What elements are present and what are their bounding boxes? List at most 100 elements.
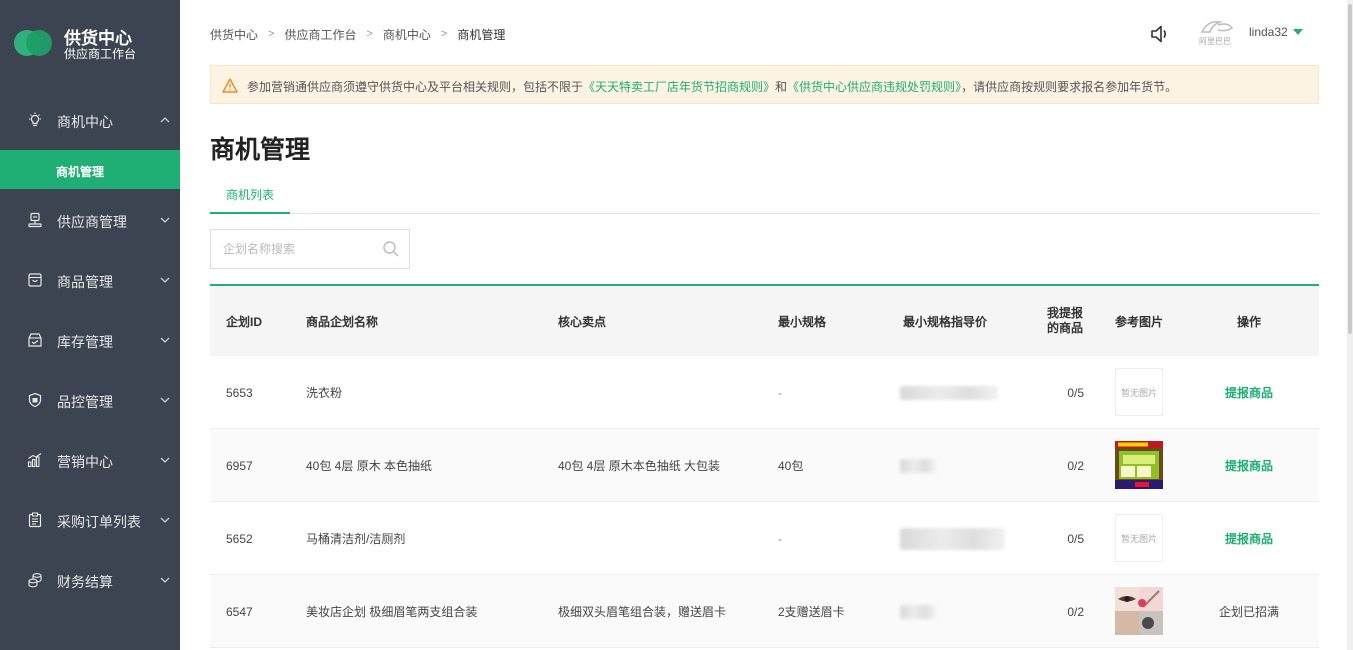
submit-product-link[interactable]: 提报商品: [1210, 502, 1288, 575]
chevron-down-icon: [160, 457, 170, 463]
search-icon[interactable]: [382, 240, 400, 258]
brand-subtitle: 供应商工作台: [64, 47, 137, 61]
cell-selling-point: 40包 4层 原木本色抽纸 大包装: [558, 459, 721, 473]
table-header: 企划ID 商品企划名称 核心卖点 最小规格 最小规格指导价 我提报 的商品 参考…: [210, 284, 1319, 356]
chevron-down-icon: [160, 277, 170, 283]
eyebrow-pencil-product-image[interactable]: [1115, 587, 1163, 635]
caret-down-icon: [1292, 29, 1303, 35]
cell-guide-price-blurred: [900, 575, 936, 648]
cell-reference-image: [1115, 587, 1163, 635]
tab-opportunity-list[interactable]: 商机列表: [210, 184, 290, 214]
cell-plan-id: 5653: [226, 385, 253, 400]
alibaba-logo-icon: [1200, 20, 1234, 33]
column-header-plan-id: 企划ID: [226, 314, 263, 329]
product-box-icon: [28, 273, 42, 287]
cell-reference-image: [1115, 441, 1163, 489]
notice-middle: 和: [775, 80, 788, 94]
column-header-guide-price: 最小规格指导价: [903, 314, 988, 329]
plan-full-status: 企划已招满: [1218, 605, 1279, 619]
alibaba-logo: 阿里巴巴: [1198, 16, 1236, 46]
cell-min-spec: -: [778, 385, 782, 400]
chevron-down-icon: [160, 397, 170, 403]
sidebar-item-marketing-center[interactable]: 营销中心: [0, 440, 180, 480]
column-header-my-submissions: 我提报 的商品: [1047, 286, 1083, 356]
table-row: 5653 洗衣粉 - 0/5 暂无图片 提报商品: [210, 356, 1319, 429]
breadcrumb-item[interactable]: 商机中心: [383, 26, 431, 43]
breadcrumb-current: 商机管理: [457, 27, 506, 42]
cell-plan-name: 洗衣粉: [306, 386, 343, 400]
page-title: 商机管理: [210, 136, 311, 164]
alibaba-logo-text: 阿里巴巴: [1199, 37, 1231, 46]
rule-link-violation-penalty[interactable]: 《供货中心供应商违规处罚规则》: [787, 80, 961, 94]
sidebar-item-supplier-management[interactable]: 供应商管理: [0, 200, 180, 240]
cell-plan-name: 40包 4层 原木 本色抽纸: [306, 459, 433, 473]
sidebar-item-label: 财务结算: [57, 574, 113, 590]
sidebar-item-inventory-management[interactable]: 库存管理: [0, 320, 180, 360]
cell-submitted-count: 0/5: [1067, 531, 1084, 546]
speaker-icon[interactable]: [1149, 23, 1171, 45]
sidebar-item-label: 商机中心: [57, 114, 113, 130]
opportunity-table: 企划ID 商品企划名称 核心卖点 最小规格 最小规格指导价 我提报 的商品 参考…: [210, 284, 1319, 648]
table-row: 6547 美妆店企划 极细眉笔两支组合装 极细双头眉笔组合装，赠送眉卡 2支赠送…: [210, 575, 1319, 648]
sidebar-subitem-label: 商机管理: [56, 165, 105, 179]
supplier-icon: [28, 212, 42, 228]
cell-reference-image: 暂无图片: [1115, 514, 1163, 562]
sidebar-item-product-management[interactable]: 商品管理: [0, 260, 180, 300]
chevron-down-icon: [160, 517, 170, 523]
sidebar-item-opportunity-center[interactable]: 商机中心: [0, 100, 180, 140]
column-header-min-spec: 最小规格: [778, 314, 827, 329]
scrollbar[interactable]: [1347, 0, 1353, 650]
tissue-product-image[interactable]: [1115, 441, 1163, 489]
chevron-down-icon: [160, 217, 170, 223]
breadcrumb-item[interactable]: 供货中心: [210, 26, 258, 43]
lightbulb-icon: [29, 112, 41, 127]
sidebar-item-label: 库存管理: [57, 334, 113, 350]
sidebar: 供货中心 供应商工作台 商机中心 商机管理 供应商管理 商品管理 库存管理 品控…: [0, 0, 180, 650]
sidebar-subitem-opportunity-management[interactable]: 商机管理: [0, 150, 180, 189]
column-header-reference-image: 参考图片: [1115, 314, 1164, 329]
sidebar-item-quality-control[interactable]: 品控管理: [0, 380, 180, 420]
shield-icon: [28, 392, 42, 408]
column-header-actions: 操作: [1237, 314, 1262, 329]
submit-product-link[interactable]: 提报商品: [1210, 356, 1288, 429]
table-row: 6957 40包 4层 原木 本色抽纸 40包 4层 原木本色抽纸 大包装 40…: [210, 429, 1319, 502]
search-input[interactable]: [211, 230, 371, 268]
cell-min-spec: -: [778, 531, 782, 546]
coins-icon: [28, 573, 42, 588]
notice-prefix: 参加营销通供应商须遵守供货中心及平台相关规则，包括不限于: [247, 80, 584, 94]
cell-plan-id: 5652: [226, 531, 253, 546]
user-menu[interactable]: linda32: [1249, 25, 1303, 39]
cell-submitted-count: 0/2: [1067, 458, 1084, 473]
warning-icon: [222, 78, 238, 93]
sidebar-item-label: 品控管理: [57, 394, 113, 410]
notice-suffix: ，请供应商按规则要求报名参加年货节。: [961, 80, 1178, 94]
sidebar-item-purchase-orders[interactable]: 采购订单列表: [0, 500, 180, 540]
sidebar-item-finance-settlement[interactable]: 财务结算: [0, 560, 180, 600]
chevron-down-icon: [160, 577, 170, 583]
breadcrumb-separator-icon: >: [366, 28, 373, 40]
cell-selling-point: 极细双头眉笔组合装，赠送眉卡: [558, 605, 727, 619]
cell-reference-image: 暂无图片: [1115, 368, 1163, 416]
inventory-icon: [28, 333, 42, 347]
breadcrumb: 供货中心 > 供应商工作台 > 商机中心 > 商机管理: [210, 26, 505, 42]
chevron-down-icon: [160, 337, 170, 343]
bar-chart-icon: [27, 453, 42, 468]
scrollbar-thumb[interactable]: [1348, 4, 1352, 334]
breadcrumb-separator-icon: >: [268, 28, 275, 40]
cell-plan-id: 6957: [226, 458, 253, 473]
cell-min-spec: 40包: [778, 459, 804, 473]
sidebar-item-label: 供应商管理: [57, 214, 127, 230]
column-header-plan-name: 商品企划名称: [306, 314, 379, 329]
cell-plan-name: 马桶清洁剂/洁厕剂: [306, 532, 406, 546]
column-header-line: 我提报: [1047, 306, 1084, 320]
submit-product-link[interactable]: 提报商品: [1210, 429, 1288, 502]
cell-plan-name: 美妆店企划 极细眉笔两支组合装: [306, 605, 478, 619]
brand[interactable]: 供货中心 供应商工作台: [0, 0, 180, 82]
username: linda32: [1249, 25, 1288, 39]
cell-submitted-count: 0/2: [1067, 604, 1084, 619]
breadcrumb-item[interactable]: 供应商工作台: [284, 26, 356, 43]
rule-link-new-year-festival[interactable]: 《天天特卖工厂店年货节招商规则》: [583, 80, 775, 94]
brand-logo-icon: [14, 30, 54, 56]
no-image-placeholder: 暂无图片: [1115, 368, 1163, 416]
sidebar-item-label: 商品管理: [57, 274, 113, 290]
